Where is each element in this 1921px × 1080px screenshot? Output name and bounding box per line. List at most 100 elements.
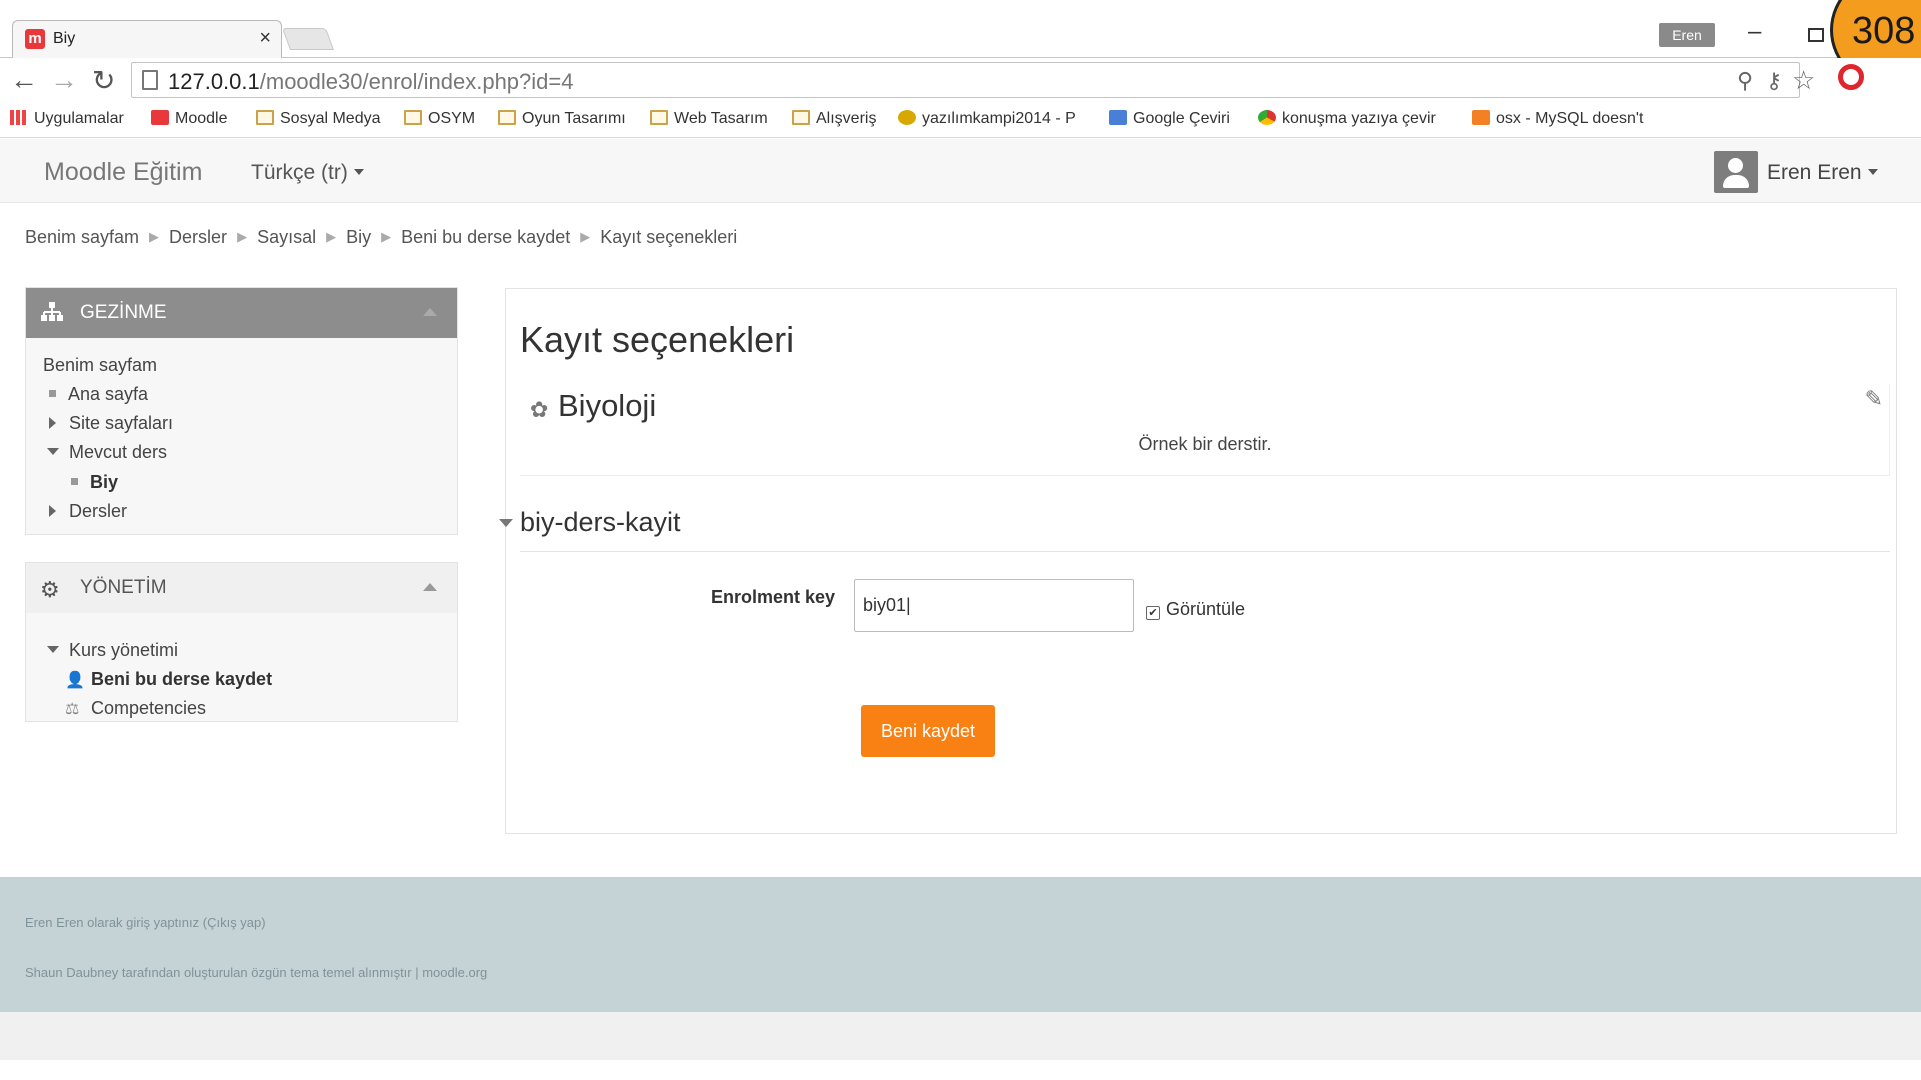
admin-item-competencies[interactable]: ⚖ Competencies (65, 698, 206, 719)
breadcrumb-separator-icon: ▶ (381, 229, 392, 244)
profile-badge[interactable]: Eren (1659, 23, 1715, 47)
navigation-block-header[interactable]: GEZİNME (26, 288, 457, 338)
language-menu[interactable]: Türkçe (tr) (251, 161, 364, 185)
nav-item-dersler[interactable]: Dersler (49, 501, 127, 522)
expand-arrow-icon (49, 505, 56, 517)
bookmark-apps[interactable]: Uygulamalar (10, 110, 124, 128)
url-host: 127.0.0.1 (168, 69, 260, 94)
user-icon: 👤 (65, 672, 85, 689)
browser-tab-strip: m Biy × Eren – 308 (0, 0, 1921, 90)
user-name: Eren Eren (1767, 161, 1862, 184)
bookmark-star-icon[interactable]: ☆ (1792, 65, 1815, 96)
enrol-me-button[interactable]: Beni kaydet (861, 705, 995, 757)
browser-tab[interactable]: m Biy × (12, 20, 282, 58)
bookmark-yazilimkampi[interactable]: yazılımkampi2014 - P (898, 110, 1076, 128)
bookmark-label: Uygulamalar (34, 110, 124, 127)
bookmark-label: Oyun Tasarımı (522, 110, 626, 127)
course-icon: ✿ (530, 397, 549, 422)
nav-item-site-sayfalari[interactable]: Site sayfaları (49, 413, 173, 434)
breadcrumb-item[interactable]: Biy (346, 227, 371, 247)
checkbox-icon[interactable]: ✔ (1146, 606, 1160, 620)
nav-item-ana-sayfa[interactable]: Ana sayfa (49, 384, 148, 405)
navigation-block-title: GEZİNME (80, 302, 167, 323)
tab-title: Biy (53, 30, 76, 47)
moodle-navbar: Moodle Eğitim Türkçe (tr) Eren Eren (0, 139, 1921, 203)
address-bar[interactable]: 127.0.0.1/moodle30/enrol/index.php?id=4 … (131, 62, 1815, 98)
back-icon[interactable]: ← (10, 64, 38, 96)
bookmark-oyun-tasarimi[interactable]: Oyun Tasarımı (498, 110, 626, 128)
gears-icon: ⚙ (40, 577, 60, 602)
language-label: Türkçe (tr) (251, 161, 348, 184)
enrolment-section-title[interactable]: biy-ders-kayit (520, 507, 681, 538)
bookmark-label: Web Tasarım (674, 110, 768, 127)
login-info[interactable]: Eren Eren olarak giriş yaptınız (Çıkış y… (25, 915, 266, 930)
breadcrumb-item[interactable]: Sayısal (257, 227, 316, 247)
bookmark-web-tasarim[interactable]: Web Tasarım (650, 110, 768, 128)
nav-item-benim-sayfam[interactable]: Benim sayfam (43, 355, 157, 376)
bookmark-moodle[interactable]: Moodle (151, 110, 227, 128)
nav-item-biy[interactable]: Biy (71, 472, 118, 493)
collapse-icon[interactable] (423, 583, 437, 591)
opera-extension-icon[interactable] (1838, 64, 1864, 90)
new-tab-button[interactable] (281, 28, 335, 50)
zoom-icon[interactable]: ⚲ (1737, 68, 1753, 94)
breadcrumb-separator-icon: ▶ (326, 229, 337, 244)
bookmark-osx-mysql[interactable]: osx - MySQL doesn't (1472, 110, 1643, 128)
edit-icon[interactable]: ✎ (1865, 386, 1883, 412)
restore-icon[interactable] (1808, 28, 1824, 42)
bookmark-osym[interactable]: OSYM (404, 110, 475, 128)
breadcrumb-item[interactable]: Benim sayfam (25, 227, 139, 247)
nav-item-label: Site sayfaları (69, 413, 174, 433)
collapse-icon[interactable] (423, 308, 437, 316)
translate-icon (1109, 110, 1127, 125)
minimize-icon[interactable]: – (1748, 18, 1761, 46)
admin-item-beni-bu-derse-kaydet[interactable]: 👤 Beni bu derse kaydet (65, 669, 272, 690)
bookmark-alisveris[interactable]: Alışveriş (792, 110, 876, 128)
browser-toolbar: ← → ↻ 127.0.0.1/moodle30/enrol/index.php… (0, 58, 1921, 104)
sitemap-icon (40, 302, 64, 328)
enrolment-key-input[interactable] (854, 579, 1134, 632)
folder-icon (792, 110, 810, 125)
administration-block-header[interactable]: ⚙ YÖNETİM (26, 563, 457, 613)
breadcrumb-separator-icon: ▶ (580, 229, 591, 244)
breadcrumb-item[interactable]: Dersler (169, 227, 227, 247)
folder-icon (256, 110, 274, 125)
folder-icon (404, 110, 422, 125)
apps-icon (10, 110, 28, 125)
nav-item-mevcut-ders[interactable]: Mevcut ders (47, 442, 167, 463)
show-password-label: Görüntüle (1166, 599, 1246, 619)
bookmark-label: osx - MySQL doesn't (1496, 110, 1644, 127)
bookmark-label: Moodle (175, 110, 228, 127)
theme-credit[interactable]: Shaun Daubney tarafından oluşturulan özg… (25, 965, 487, 980)
user-menu[interactable]: Eren Eren (1767, 161, 1878, 185)
admin-item-kurs-yonetimi[interactable]: Kurs yönetimi (47, 640, 178, 661)
key-icon[interactable]: ⚷ (1766, 68, 1782, 94)
site-name-link[interactable]: Moodle Eğitim (44, 158, 202, 187)
show-password-toggle[interactable]: ✔ Görüntüle (1146, 599, 1245, 620)
course-summary: Örnek bir derstir. (1138, 434, 1272, 454)
bookmark-google-ceviri[interactable]: Google Çeviri (1109, 110, 1230, 128)
reload-icon[interactable]: ↻ (92, 64, 115, 97)
bookmark-label: Sosyal Medya (280, 110, 381, 127)
nav-item-label: Dersler (69, 501, 128, 521)
close-tab-icon[interactable]: × (259, 27, 271, 50)
enrolment-key-label: Enrolment key (711, 587, 836, 607)
page-icon (142, 70, 158, 90)
course-name-link[interactable]: Biyoloji (558, 388, 656, 424)
moodle-icon (151, 110, 169, 125)
bookmark-label: konuşma yazıya çevir (1282, 110, 1436, 127)
admin-item-label: Kurs yönetimi (69, 640, 179, 660)
main-content: Kayıt seçenekleri ✿ Biyoloji ✎ Örnek bir… (499, 288, 1897, 834)
forward-icon[interactable]: → (50, 64, 78, 96)
breadcrumb-current: Kayıt seçenekleri (600, 227, 738, 247)
breadcrumb-item[interactable]: Beni bu derse kaydet (401, 227, 570, 247)
administration-block-title: YÖNETİM (80, 577, 167, 598)
avatar[interactable] (1714, 151, 1758, 193)
bookmark-konusma[interactable]: konuşma yazıya çevir (1258, 110, 1436, 128)
bookmark-sosyal-medya[interactable]: Sosyal Medya (256, 110, 381, 128)
section-collapse-icon[interactable] (499, 519, 513, 527)
url-text[interactable]: 127.0.0.1/moodle30/enrol/index.php?id=4 (168, 69, 574, 95)
collapse-arrow-icon (47, 448, 59, 455)
nav-item-label: Benim sayfam (43, 355, 158, 375)
site-icon (898, 110, 916, 125)
